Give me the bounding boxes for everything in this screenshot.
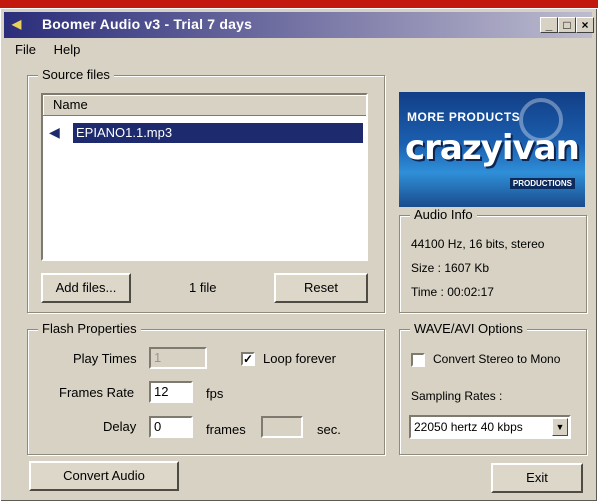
convert-mono-checkbox[interactable] — [411, 353, 425, 367]
audio-format: 44100 Hz, 16 bits, stereo — [411, 237, 545, 251]
menu-help[interactable]: Help — [54, 42, 81, 57]
sampling-rates-label: Sampling Rates : — [411, 389, 503, 403]
sec-input[interactable] — [261, 416, 303, 438]
add-files-button[interactable]: Add files... — [41, 273, 131, 303]
sampling-rates-value: 22050 hertz 40 kbps — [414, 420, 523, 434]
minimize-button[interactable]: _ — [540, 17, 558, 33]
crazyivan-logo[interactable]: MORE PRODUCTS crazyivan PRODUCTIONS — [399, 92, 585, 207]
fps-unit: fps — [206, 386, 224, 401]
file-list-row[interactable]: ◀ EPIANO1.1.mp3 — [47, 123, 363, 143]
play-times-input[interactable]: 1 — [149, 347, 207, 369]
frames-unit: frames — [206, 422, 246, 437]
maximize-button[interactable]: □ — [558, 17, 576, 33]
speaker-icon: ◀ — [49, 124, 60, 140]
file-list[interactable]: Name ◀ EPIANO1.1.mp3 — [41, 93, 368, 261]
flash-properties-legend: Flash Properties — [38, 321, 141, 336]
exit-button[interactable]: Exit — [491, 463, 583, 493]
play-times-label: Play Times — [73, 351, 137, 366]
file-count: 1 file — [189, 280, 217, 295]
logo-more-products: MORE PRODUCTS — [407, 110, 521, 124]
convert-audio-button[interactable]: Convert Audio — [29, 461, 179, 491]
delay-input[interactable]: 0 — [149, 416, 193, 438]
logo-brand: crazyivan — [405, 128, 580, 168]
app-window: ◀ Boomer Audio v3 - Trial 7 days _ □ × F… — [0, 8, 598, 502]
speaker-app-icon[interactable]: ◀ — [12, 18, 26, 30]
audio-info-legend: Audio Info — [410, 207, 477, 222]
reset-button[interactable]: Reset — [274, 273, 368, 303]
title-bar[interactable]: ◀ Boomer Audio v3 - Trial 7 days _ □ × — [4, 12, 594, 38]
menu-file[interactable]: File — [15, 42, 36, 57]
frames-rate-input[interactable]: 12 — [149, 381, 193, 403]
audio-size: Size : 1607 Kb — [411, 261, 490, 275]
loop-forever-checkbox[interactable]: ✓ — [241, 352, 255, 366]
close-button[interactable]: × — [576, 17, 594, 33]
loop-forever-label: Loop forever — [263, 351, 336, 366]
convert-mono-label: Convert Stereo to Mono — [433, 352, 561, 366]
sec-unit: sec. — [317, 422, 341, 437]
delay-label: Delay — [103, 419, 137, 434]
logo-productions: PRODUCTIONS — [509, 178, 575, 189]
source-files-legend: Source files — [38, 67, 114, 82]
window-title: Boomer Audio v3 - Trial 7 days — [42, 16, 253, 32]
menu-bar: File Help — [15, 42, 94, 57]
column-header-name[interactable]: Name — [43, 95, 366, 116]
wave-avi-legend: WAVE/AVI Options — [410, 321, 527, 336]
file-name: EPIANO1.1.mp3 — [73, 123, 363, 143]
dropdown-arrow-icon[interactable]: ▼ — [552, 418, 568, 436]
sampling-rates-select[interactable]: 22050 hertz 40 kbps ▼ — [409, 415, 571, 439]
column-header-label: Name — [53, 97, 88, 112]
frames-rate-label: Frames Rate — [59, 385, 135, 400]
audio-time: Time : 00:02:17 — [411, 285, 494, 299]
